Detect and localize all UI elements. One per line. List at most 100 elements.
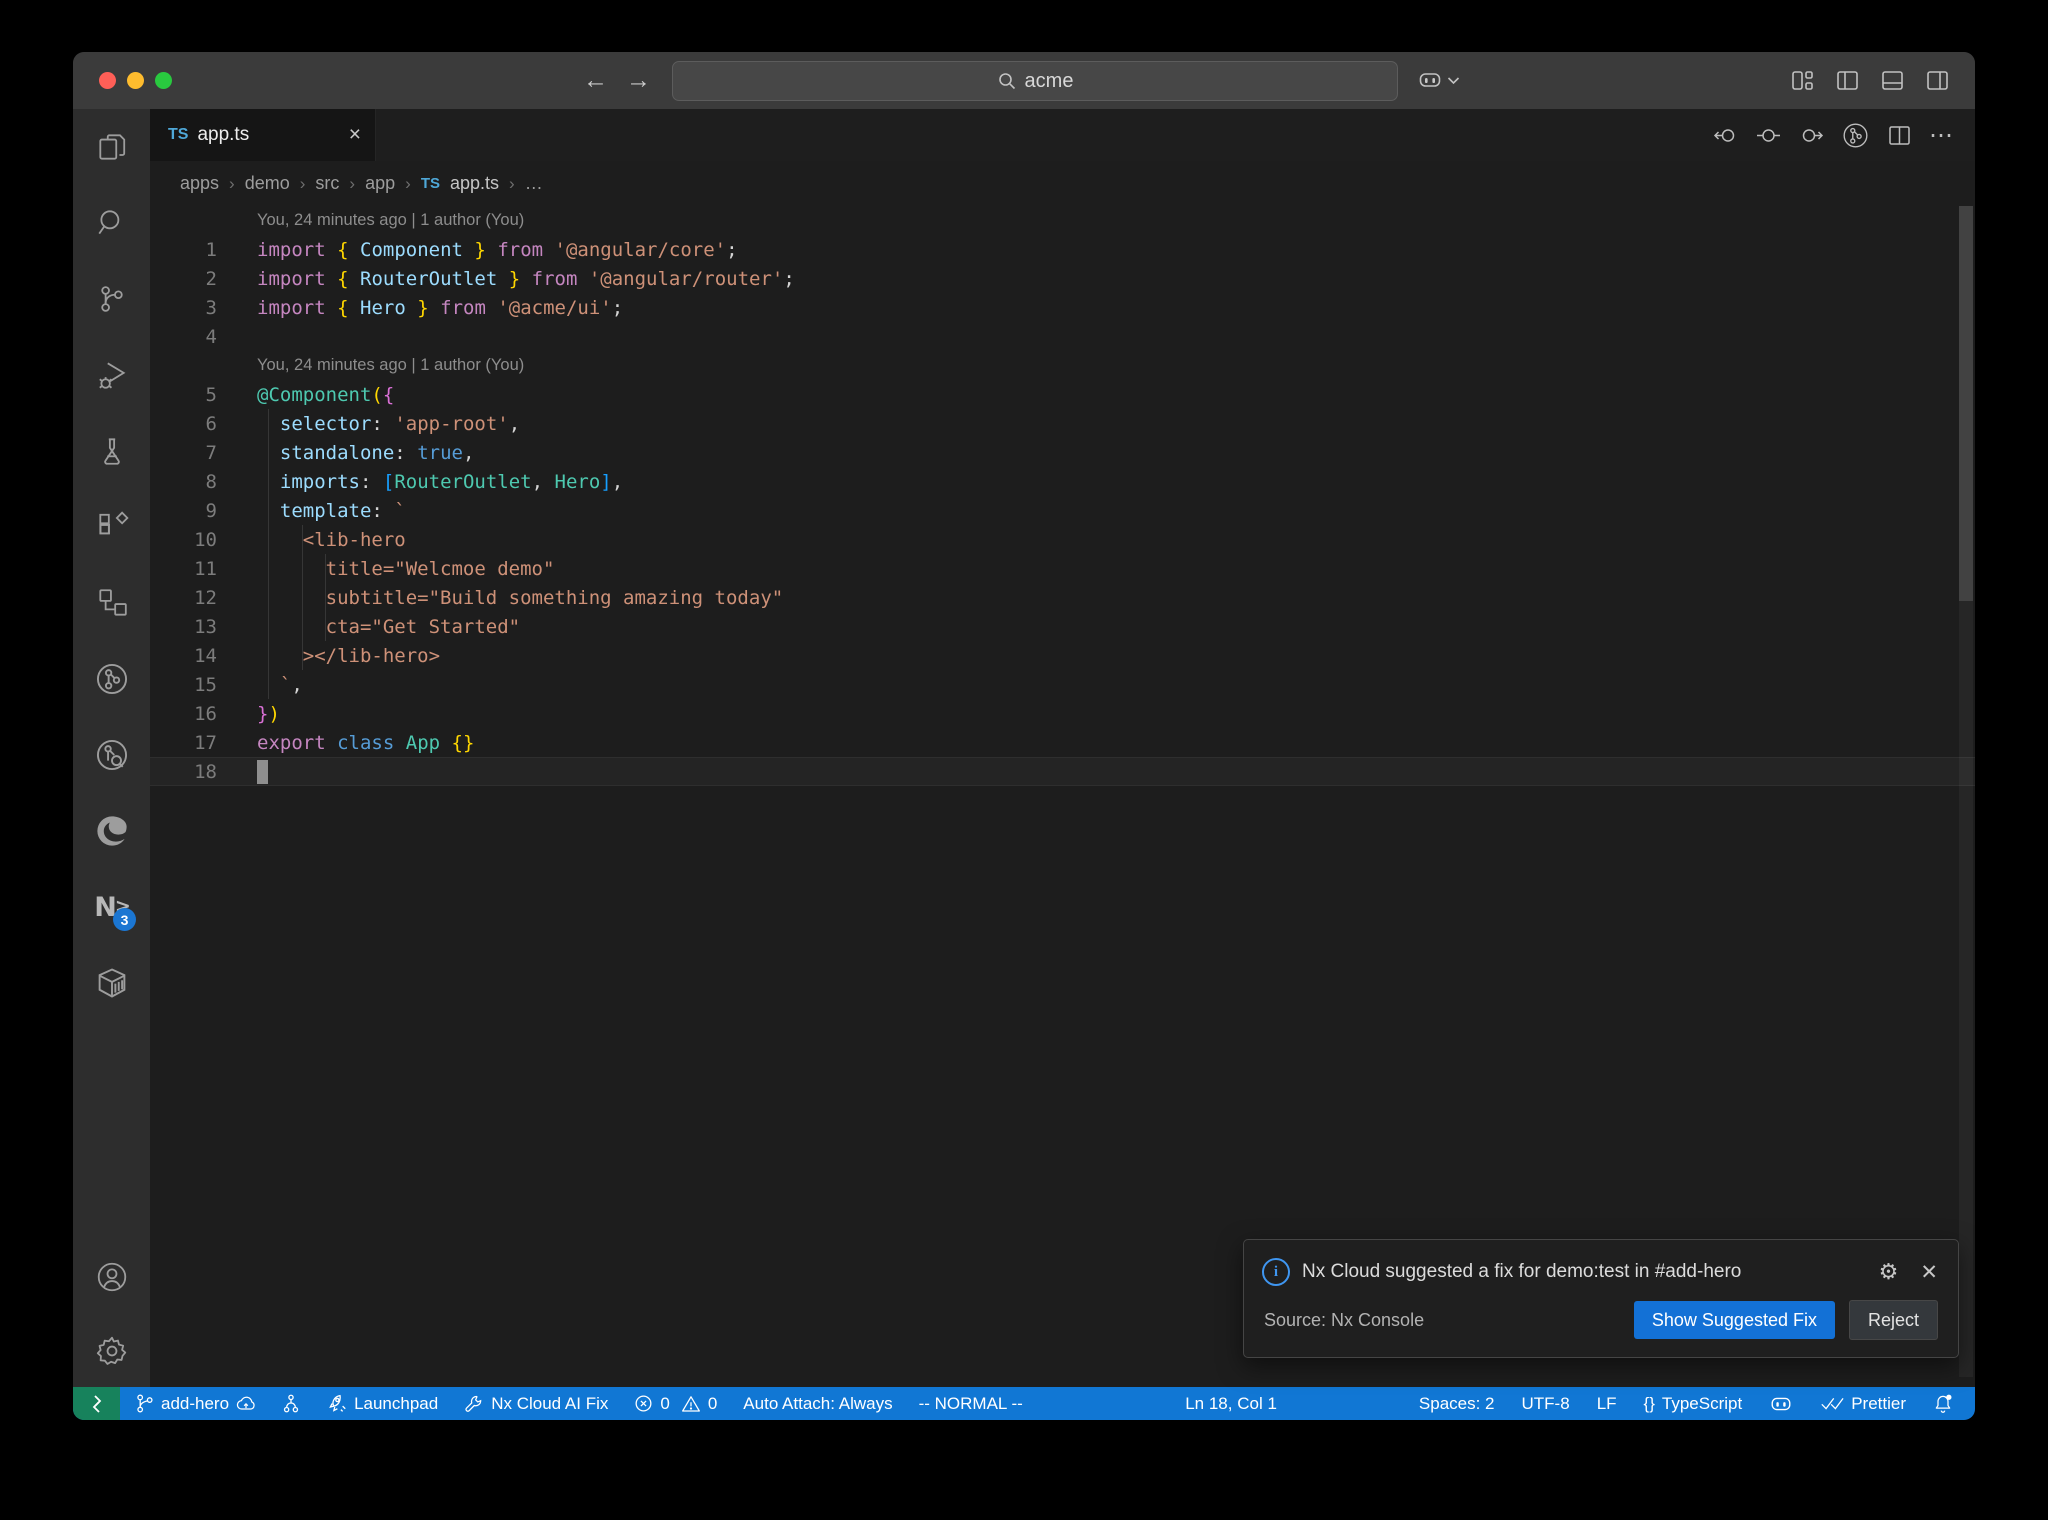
code-editor[interactable]: You, 24 minutes ago | 1 author (You) 1 imp… — [150, 206, 1975, 1387]
code-line[interactable]: 5 @Component({ — [150, 380, 1975, 409]
sidebar-item-search[interactable] — [73, 185, 150, 261]
breadcrumb-separator: › — [349, 173, 356, 193]
launchpad-item[interactable]: Launchpad — [326, 1393, 438, 1414]
code-line[interactable]: 7 standalone: true, — [150, 438, 1975, 467]
line-number: 10 — [194, 528, 217, 551]
sidebar-item-gitlens-inspect[interactable] — [73, 717, 150, 793]
history-back-button[interactable]: ← — [583, 66, 608, 94]
code-line[interactable]: 14 ></lib-hero> — [150, 641, 1975, 670]
sidebar-item-references[interactable] — [73, 565, 150, 641]
nav-back-icon[interactable] — [1712, 122, 1739, 149]
tab-close-icon[interactable]: × — [349, 123, 361, 147]
breadcrumb-item[interactable]: demo — [245, 173, 290, 194]
close-window-button[interactable] — [99, 72, 116, 89]
eol-item[interactable]: LF — [1597, 1394, 1617, 1414]
code-line[interactable]: 13 cta="Get Started" — [150, 612, 1975, 641]
auto-attach-item[interactable]: Auto Attach: Always — [743, 1394, 892, 1414]
cursor-position-item[interactable]: Ln 18, Col 1 — [1185, 1394, 1277, 1414]
command-center-search[interactable]: acme — [672, 61, 1398, 101]
toggle-panel-icon[interactable] — [1879, 67, 1906, 94]
code-line[interactable]: 18 — [150, 757, 1975, 786]
sidebar-item-edge-browser[interactable] — [73, 793, 150, 869]
typescript-file-icon: TS — [420, 175, 440, 192]
toggle-secondary-sidebar-icon[interactable] — [1924, 67, 1951, 94]
commit-graph-item[interactable] — [282, 1393, 300, 1414]
code-line[interactable]: 9 template: ` — [150, 496, 1975, 525]
warnings-count: 0 — [707, 1393, 718, 1413]
notification-close-icon[interactable]: ✕ — [1920, 1260, 1938, 1285]
notification-settings-icon[interactable]: ⚙ — [1879, 1259, 1899, 1285]
code-line[interactable]: 11 title="Welcmoe demo" — [150, 554, 1975, 583]
toggle-primary-sidebar-icon[interactable] — [1834, 67, 1861, 94]
minimize-window-button[interactable] — [127, 72, 144, 89]
breadcrumb-symbol-tail[interactable]: … — [525, 173, 543, 194]
code-text: export class App {} — [257, 731, 475, 754]
copilot-menu-button[interactable] — [1417, 67, 1460, 93]
notifications-bell-item[interactable] — [1933, 1393, 1953, 1414]
copilot-status-item[interactable] — [1769, 1392, 1793, 1416]
indentation-item[interactable]: Spaces: 2 — [1419, 1394, 1495, 1414]
scrollbar-thumb[interactable] — [1959, 206, 1973, 601]
breadcrumb-item[interactable]: app — [365, 173, 395, 194]
sidebar-item-run-debug[interactable] — [73, 337, 150, 413]
sidebar-item-testing[interactable] — [73, 413, 150, 489]
accounts-button[interactable] — [73, 1239, 150, 1315]
containers-icon — [98, 968, 125, 998]
sidebar-item-gitlens[interactable] — [73, 641, 150, 717]
code-line[interactable]: 10 <lib-hero — [150, 525, 1975, 554]
nav-forward-icon[interactable] — [1798, 122, 1825, 149]
remote-indicator[interactable] — [73, 1387, 120, 1420]
problems-item[interactable]: 0 0 — [634, 1394, 717, 1414]
breadcrumb-item[interactable]: src — [315, 173, 339, 194]
more-actions-icon[interactable]: ⋯ — [1929, 121, 1955, 150]
line-number: 6 — [205, 412, 217, 435]
sidebar-item-source-control[interactable] — [73, 261, 150, 337]
gitlens-graph-icon[interactable] — [1841, 121, 1870, 150]
code-line[interactable]: 3 import { Hero } from '@acme/ui'; — [150, 293, 1975, 322]
indent-guide — [302, 525, 303, 670]
split-editor-icon[interactable] — [1886, 122, 1913, 149]
code-line[interactable]: 2 import { RouterOutlet } from '@angular/… — [150, 264, 1975, 293]
formatter-item[interactable]: Prettier — [1820, 1394, 1906, 1414]
code-line[interactable]: 8 imports: [RouterOutlet, Hero], — [150, 467, 1975, 496]
code-line[interactable]: 15 `, — [150, 670, 1975, 699]
sidebar-item-containers[interactable] — [73, 945, 150, 1021]
encoding-item[interactable]: UTF-8 — [1522, 1394, 1570, 1414]
settings-button[interactable] — [73, 1315, 150, 1387]
code-line[interactable]: 4 — [150, 322, 1975, 351]
code-line[interactable]: 12 subtitle="Build something amazing tod… — [150, 583, 1975, 612]
nx-cloud-fix-item[interactable]: Nx Cloud AI Fix — [464, 1394, 608, 1414]
code-text: }) — [257, 702, 280, 725]
bell-icon — [1935, 1394, 1952, 1413]
sidebar-item-nx-console[interactable]: N> 3 — [73, 869, 150, 945]
line-number: 9 — [205, 499, 217, 522]
code-text: standalone: true, — [279, 441, 475, 464]
editor-scrollbar[interactable] — [1959, 206, 1973, 1377]
code-line[interactable]: 16}) — [150, 699, 1975, 728]
breadcrumb: apps › demo › src › app › TS app.ts › … — [150, 161, 1975, 206]
history-forward-button[interactable]: → — [626, 66, 651, 94]
code-line[interactable]: 17 export class App {} — [150, 728, 1975, 757]
tab-app-ts[interactable]: TS app.ts × — [150, 109, 376, 161]
code-line[interactable]: 6 selector: 'app-root', — [150, 409, 1975, 438]
account-icon — [97, 1262, 126, 1292]
git-branch-item[interactable]: add-hero — [135, 1393, 256, 1414]
nav-current-icon[interactable] — [1755, 122, 1782, 149]
language-mode-item[interactable]: {} TypeScript — [1644, 1394, 1743, 1414]
code-line[interactable]: 1 import { Component } from '@angular/cor… — [150, 235, 1975, 264]
zoom-window-button[interactable] — [155, 72, 172, 89]
breadcrumb-separator: › — [299, 173, 306, 193]
errors-icon — [635, 1395, 652, 1412]
breadcrumb-file[interactable]: app.ts — [450, 173, 499, 194]
vim-mode-item[interactable]: -- NORMAL -- — [919, 1394, 1023, 1414]
customize-layout-icon[interactable] — [1789, 67, 1816, 94]
breadcrumb-item[interactable]: apps — [180, 173, 219, 194]
show-suggested-fix-button[interactable]: Show Suggested Fix — [1633, 1301, 1835, 1339]
sidebar-item-extensions[interactable] — [73, 489, 150, 565]
sidebar-item-explorer[interactable] — [73, 109, 150, 185]
gitlens-icon — [96, 663, 127, 695]
blame-annotation-row[interactable]: You, 24 minutes ago | 1 author (You) — [150, 206, 1975, 235]
blame-annotation-row[interactable]: You, 24 minutes ago | 1 author (You) — [150, 351, 1975, 380]
reject-button[interactable]: Reject — [1848, 1300, 1938, 1340]
indent-guide — [268, 409, 269, 699]
